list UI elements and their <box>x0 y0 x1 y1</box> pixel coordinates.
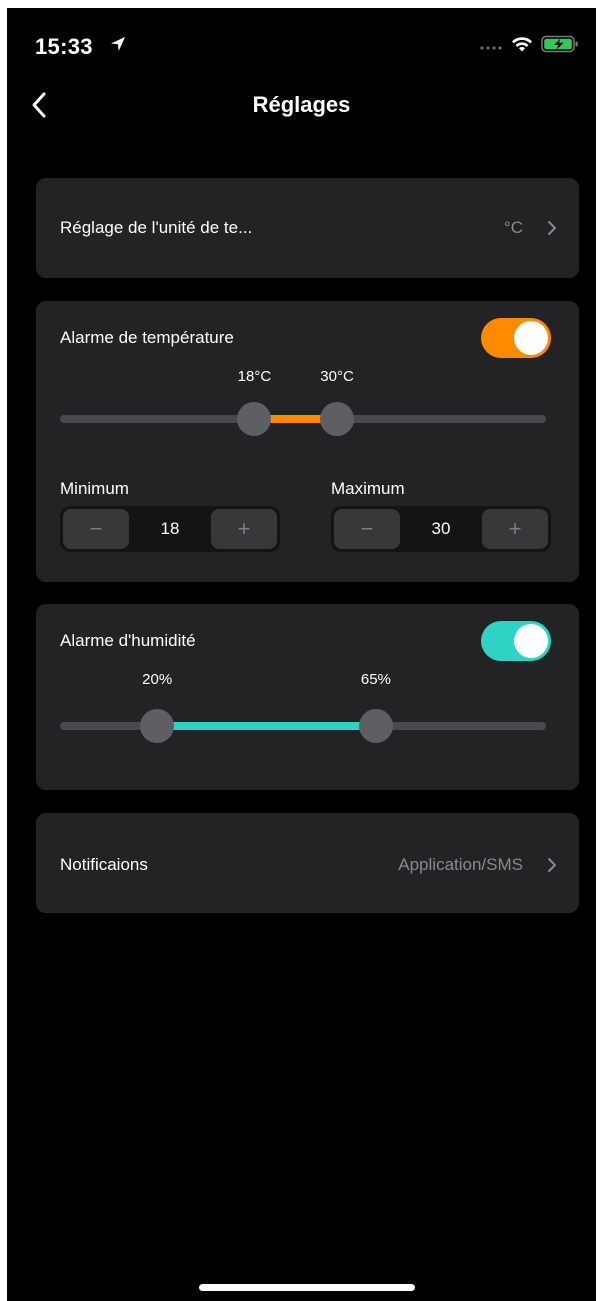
home-indicator <box>199 1284 415 1291</box>
temperature-range-slider[interactable] <box>60 397 546 437</box>
maximum-stepper: − 30 + <box>331 506 551 552</box>
notifications-row[interactable]: Notificaions Application/SMS <box>36 813 579 913</box>
battery-charging-icon <box>541 35 578 53</box>
humidity-min-label: 20% <box>142 671 173 688</box>
temperature-alarm-label: Alarme de température <box>60 328 234 347</box>
wifi-icon <box>512 37 532 52</box>
minimum-decrement-button[interactable]: − <box>63 509 129 549</box>
chevron-right-icon <box>548 858 556 872</box>
temperature-unit-value: °C <box>503 218 523 237</box>
temperature-unit-label: Réglage de l'unité de te... <box>60 218 253 237</box>
humidity-min-thumb[interactable] <box>140 709 175 743</box>
notifications-label: Notificaions <box>60 855 148 874</box>
humidity-max-label: 65% <box>360 671 391 688</box>
temperature-max-label: 30°C <box>320 368 354 385</box>
temperature-min-thumb[interactable] <box>237 402 272 436</box>
humidity-range-slider[interactable] <box>60 704 546 744</box>
temperature-max-thumb[interactable] <box>320 402 355 436</box>
humidity-alarm-toggle[interactable] <box>481 621 551 661</box>
page-title: Réglages <box>252 92 351 117</box>
maximum-title: Maximum <box>331 479 405 498</box>
temperature-alarm-card: Alarme de température 18°C 30°C Minimum … <box>36 301 579 582</box>
humidity-max-thumb[interactable] <box>358 709 393 743</box>
chevron-right-icon <box>548 221 556 235</box>
toggle-knob <box>514 321 548 355</box>
minimum-title: Minimum <box>60 479 129 498</box>
temperature-min-label: 18°C <box>237 368 272 385</box>
notifications-value: Application/SMS <box>398 855 523 874</box>
maximum-value: 30 <box>431 519 451 538</box>
humidity-alarm-card: Alarme d'humidité 20% 65% <box>36 604 579 790</box>
maximum-increment-button[interactable]: + <box>482 509 548 549</box>
location-arrow-icon <box>111 37 125 51</box>
phone-screen: 15:33 Réglages Réglage de l'unité de te.… <box>7 8 596 1301</box>
humidity-alarm-label: Alarme d'humidité <box>60 631 196 650</box>
temperature-alarm-toggle[interactable] <box>481 318 551 358</box>
toggle-knob <box>514 624 548 658</box>
slider-range-fill <box>157 722 376 730</box>
status-time: 15:33 <box>35 34 93 59</box>
minimum-value: 18 <box>160 519 180 538</box>
minimum-increment-button[interactable]: + <box>211 509 277 549</box>
minimum-stepper: − 18 + <box>60 506 280 552</box>
signal-icon <box>480 46 502 50</box>
temperature-unit-row[interactable]: Réglage de l'unité de te... °C <box>36 178 579 278</box>
maximum-decrement-button[interactable]: − <box>334 509 400 549</box>
